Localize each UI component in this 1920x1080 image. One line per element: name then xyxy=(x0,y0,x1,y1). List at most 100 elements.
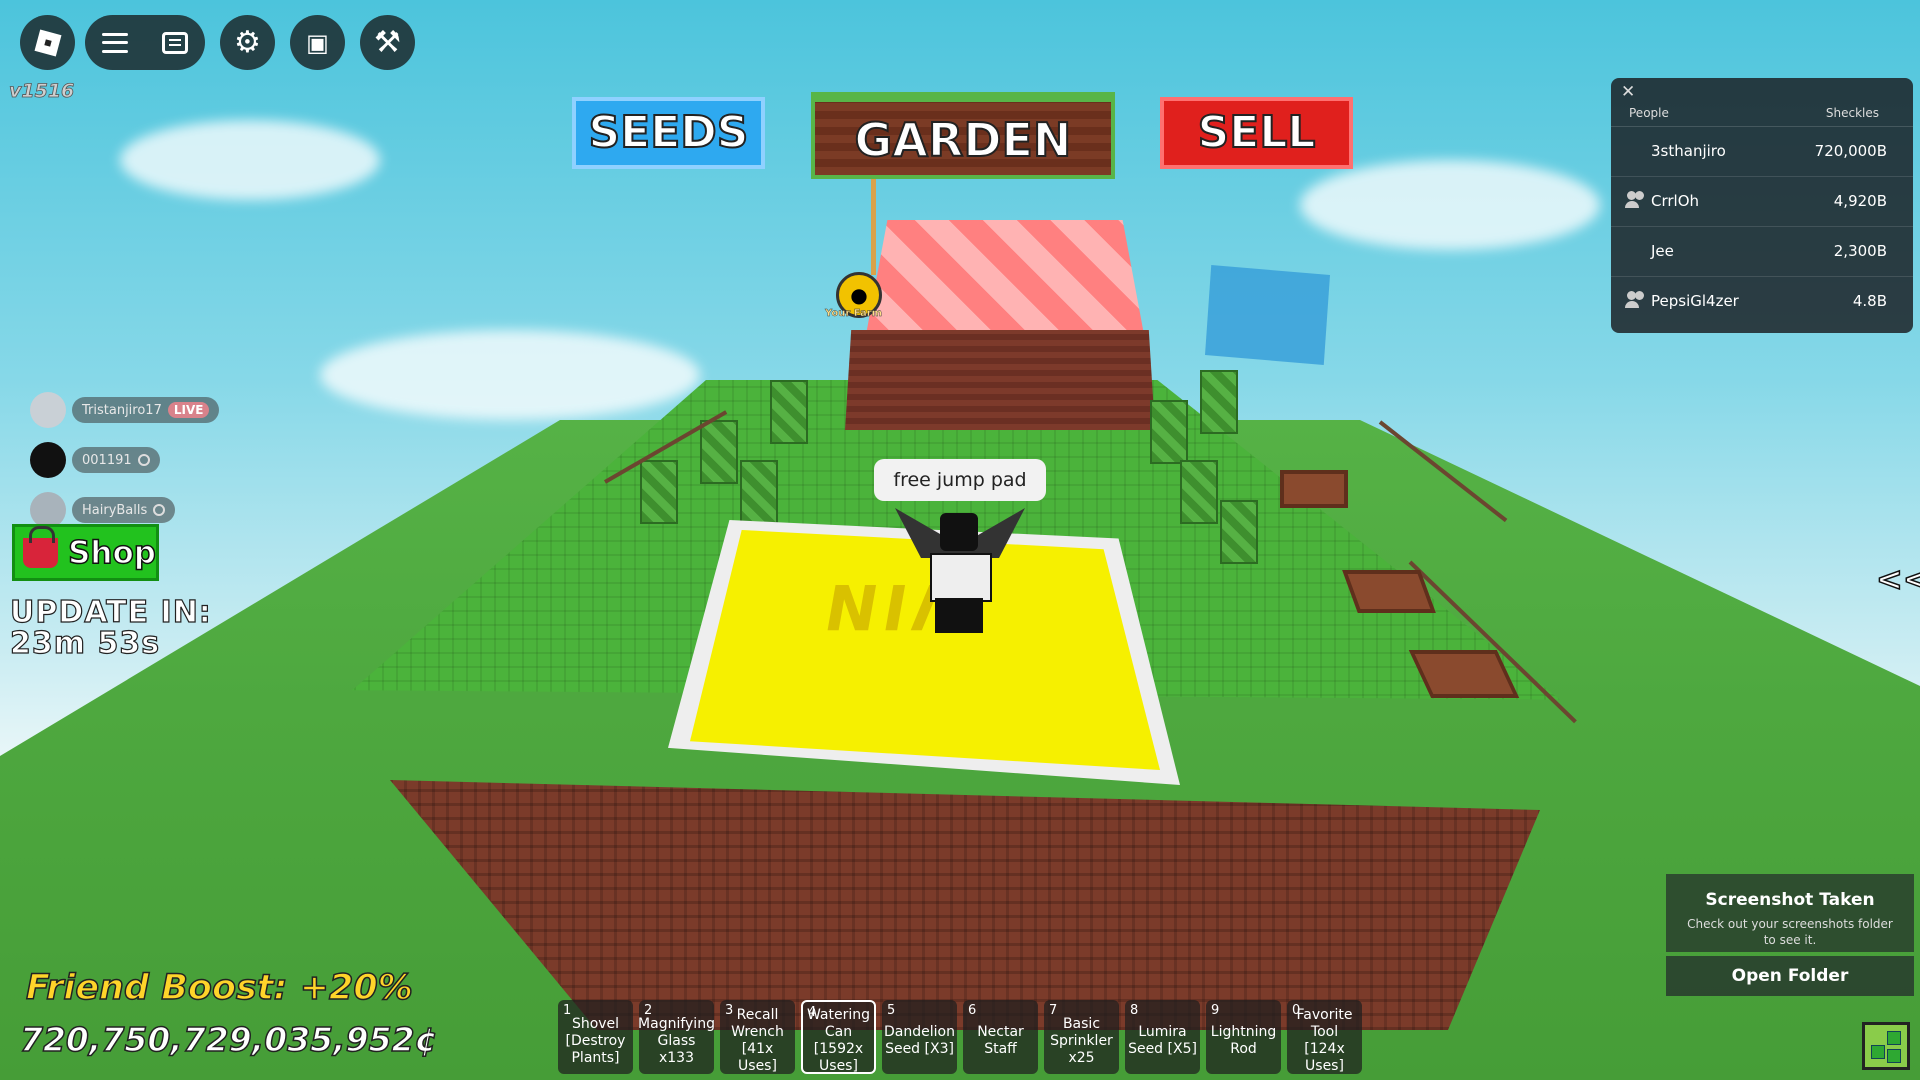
bush xyxy=(1200,370,1238,434)
slot-number: 1 xyxy=(563,1003,572,1018)
slot-number: 4 xyxy=(808,1005,817,1020)
dirt-plot xyxy=(1342,570,1436,613)
player-list-item[interactable]: Tristanjiro17 LIVE xyxy=(30,392,220,428)
cloud xyxy=(1300,160,1600,250)
avatar-body xyxy=(930,553,992,602)
jump-pad-label: free jump pad xyxy=(874,459,1046,501)
version-label: v1516 xyxy=(9,80,75,103)
avatar xyxy=(30,442,66,478)
player-pill: HairyBalls xyxy=(72,497,176,523)
player-name: PepsiGl4zer xyxy=(1651,292,1739,310)
cloud xyxy=(320,330,700,420)
player-name: CrrlOh xyxy=(1651,192,1700,210)
bush xyxy=(640,460,678,524)
shop-label: Shop xyxy=(67,534,156,572)
hotbar-slot[interactable]: 1 Shovel [Destroy Plants] xyxy=(558,1000,633,1074)
player-list-item[interactable]: HairyBalls xyxy=(30,492,176,528)
chat-icon[interactable] xyxy=(162,31,188,54)
hotbar-slot[interactable]: 2 Magnifying Glass x133 xyxy=(638,1000,715,1074)
people-column-header: People xyxy=(1629,106,1669,120)
player-sheckles: 2,300B xyxy=(1833,242,1887,260)
live-badge: LIVE xyxy=(167,402,210,418)
gear-icon: ⚙ xyxy=(234,24,261,60)
dirt-plot xyxy=(1280,470,1348,508)
hotbar-slot[interactable]: 8 Lumira Seed [X5] xyxy=(1125,1000,1200,1074)
leaderboard-row[interactable]: Jee 2,300B xyxy=(1611,226,1913,277)
slot-number: 6 xyxy=(968,1003,977,1018)
player-name: 3sthanjiro xyxy=(1651,142,1726,160)
avatar xyxy=(30,492,66,528)
hotbar: 1 Shovel [Destroy Plants] 2 Magnifying Gla… xyxy=(558,1000,1362,1074)
roblox-menu-button[interactable] xyxy=(20,15,75,70)
leaderboard-row[interactable]: 3sthanjiro 720,000B xyxy=(1611,126,1913,177)
hotbar-slot[interactable]: 9 Lightning Rod xyxy=(1206,1000,1281,1074)
friend-icon xyxy=(1625,191,1645,209)
player-name: 001191 xyxy=(82,452,132,468)
open-folder-button[interactable]: Open Folder xyxy=(1666,956,1914,996)
slot-label: Lightning Rod xyxy=(1210,1024,1277,1057)
friend-icon xyxy=(1625,291,1645,309)
close-icon[interactable]: ✕ xyxy=(1621,82,1635,102)
slot-number: 5 xyxy=(887,1003,896,1018)
seeds-sign[interactable]: SEEDS xyxy=(572,97,765,169)
backpack-icon: ▣ xyxy=(306,28,329,57)
currency-column-header: Sheckles xyxy=(1825,106,1879,120)
leaderboard: ✕ People Sheckles 3sthanjiro 720,000B Cr… xyxy=(1611,78,1913,333)
hotbar-slot[interactable]: 3 Recall Wrench [41x Uses] xyxy=(720,1000,795,1074)
update-title: UPDATE IN: xyxy=(9,595,212,630)
bush xyxy=(1180,460,1218,524)
menu-chat-group xyxy=(85,15,205,70)
slot-number: 8 xyxy=(1130,1003,1139,1018)
tools-button[interactable]: ⚒ xyxy=(360,15,415,70)
player-sheckles: 4,920B xyxy=(1833,192,1887,210)
leaderboard-header: People Sheckles xyxy=(1611,102,1913,127)
eye-icon xyxy=(137,454,150,466)
sign-pole xyxy=(871,165,876,275)
player-list-item[interactable]: 001191 xyxy=(30,442,160,478)
hotbar-slot[interactable]: 7 Basic Sprinkler x25 xyxy=(1044,1000,1119,1074)
bush xyxy=(770,380,808,444)
avatar xyxy=(30,392,66,428)
bush xyxy=(740,460,778,524)
leaderboard-row[interactable]: CrrlOh 4,920B xyxy=(1611,176,1913,227)
update-countdown: 23m 53s xyxy=(9,626,161,661)
collapse-arrow-icon[interactable]: << xyxy=(1875,559,1920,599)
bush xyxy=(1150,400,1188,464)
avatar-head xyxy=(940,513,978,551)
eye-icon xyxy=(153,504,166,516)
slot-number: 3 xyxy=(725,1003,734,1018)
hotbar-slot[interactable]: 6 Nectar Staff xyxy=(963,1000,1038,1074)
leaderboard-row[interactable]: PepsiGl4zer 4.8B xyxy=(1611,276,1913,326)
glowing-red-structure xyxy=(865,220,1145,340)
blue-crystal-block xyxy=(1205,265,1330,365)
bush xyxy=(1220,500,1258,564)
cloud xyxy=(120,120,380,200)
screenshot-toast: Screenshot Taken Check out your screensh… xyxy=(1666,874,1914,952)
player-name: Tristanjiro17 xyxy=(82,402,162,418)
menu-icon[interactable] xyxy=(102,32,128,53)
slot-number: 7 xyxy=(1049,1003,1058,1018)
farm-marker-label: Your Farm xyxy=(825,308,883,319)
slot-label: Lumira Seed [X5] xyxy=(1128,1024,1197,1057)
garden-minimap-icon[interactable] xyxy=(1862,1022,1910,1070)
roblox-logo-icon xyxy=(34,29,61,56)
hotbar-slot[interactable]: 0 Favorite Tool [124x Uses] xyxy=(1287,1000,1362,1074)
avatar-legs xyxy=(935,598,983,633)
update-timer: UPDATE IN: 23m 53s xyxy=(9,595,212,661)
sell-sign[interactable]: SELL xyxy=(1160,97,1353,169)
player-pill: Tristanjiro17 LIVE xyxy=(72,397,220,423)
garden-sign[interactable]: GARDEN xyxy=(811,92,1115,179)
backpack-button[interactable]: ▣ xyxy=(290,15,345,70)
player-sheckles: 720,000B xyxy=(1814,142,1887,160)
hotbar-slot-active[interactable]: 4 Watering Can [1592x Uses] xyxy=(801,1000,876,1074)
player-sheckles: 4.8B xyxy=(1852,292,1887,310)
shop-button[interactable]: Shop xyxy=(12,524,159,581)
player-pill: 001191 xyxy=(72,447,160,473)
hotbar-slot[interactable]: 5 Dandelion Seed [X3] xyxy=(882,1000,957,1074)
player-name: Jee xyxy=(1651,242,1674,260)
toast-title: Screenshot Taken xyxy=(1705,890,1875,910)
settings-button[interactable]: ⚙ xyxy=(220,15,275,70)
friend-boost: Friend Boost: +20% xyxy=(25,967,413,1009)
tools-icon: ⚒ xyxy=(374,24,401,60)
slot-label: Nectar Staff xyxy=(977,1024,1024,1057)
